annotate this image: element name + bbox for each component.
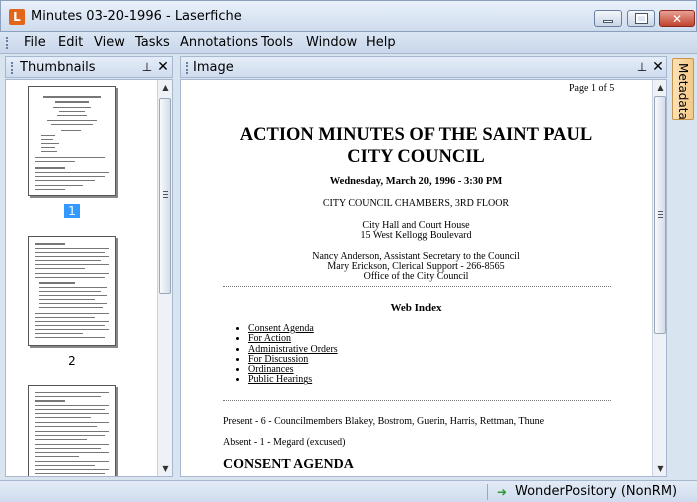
metadata-tab-label: Metadata xyxy=(676,63,690,120)
web-index-heading: Web Index xyxy=(390,302,442,314)
close-pane-icon[interactable]: ✕ xyxy=(651,59,665,75)
scroll-up-arrow-icon[interactable]: ▲ xyxy=(158,80,172,95)
menu-tools[interactable]: Tools xyxy=(258,35,296,50)
close-pane-icon[interactable]: ✕ xyxy=(156,59,170,75)
title-bar: L Minutes 03-20-1996 - Laserfiche ✕ xyxy=(0,0,697,32)
thumbnails-pane-header: Thumbnails ⊥ ✕ xyxy=(5,56,173,78)
thumbnail-page-2[interactable] xyxy=(28,236,116,346)
thumbnails-scrollbar[interactable]: ▲ ▼ xyxy=(157,80,172,476)
scroll-down-arrow-icon[interactable]: ▼ xyxy=(653,461,666,476)
thumbnail-label-2: 2 xyxy=(68,354,76,368)
scroll-down-arrow-icon[interactable]: ▼ xyxy=(158,461,172,476)
meeting-location: CITY COUNCIL CHAMBERS, 3RD FLOOR xyxy=(322,198,510,209)
link-public-hearings[interactable]: Public Hearings xyxy=(248,375,338,386)
image-pane-header: Image ⊥ ✕ xyxy=(180,56,667,78)
repository-arrow-icon: ➜ xyxy=(497,485,508,499)
document-title-line-1: ACTION MINUTES OF THE SAINT PAUL xyxy=(239,125,593,145)
thumbnails-pane-title: Thumbnails xyxy=(20,60,96,75)
maximize-button[interactable] xyxy=(627,10,655,27)
image-scroll-thumb[interactable] xyxy=(654,96,666,334)
thumbnails-pane[interactable]: 1 2 ▲ ▼ xyxy=(5,79,173,477)
scroll-up-arrow-icon[interactable]: ▲ xyxy=(653,80,666,95)
close-icon: ✕ xyxy=(671,11,683,26)
thumbnails-scroll-thumb[interactable] xyxy=(159,98,171,294)
consent-agenda-heading: CONSENT AGENDA xyxy=(223,457,354,472)
document-title-line-2: CITY COUNCIL xyxy=(347,147,485,167)
menu-grip[interactable] xyxy=(6,37,8,49)
meeting-date: Wednesday, March 20, 1996 - 3:30 PM xyxy=(329,176,503,187)
menu-help[interactable]: Help xyxy=(363,35,399,50)
pane-grip[interactable] xyxy=(11,62,13,74)
page-indicator: Page 1 of 5 xyxy=(569,83,615,94)
pane-grip[interactable] xyxy=(186,62,188,74)
menu-edit[interactable]: Edit xyxy=(55,35,86,50)
menu-window[interactable]: Window xyxy=(303,35,360,50)
window-title: Minutes 03-20-1996 - Laserfiche xyxy=(31,9,242,24)
pin-icon[interactable]: ⊥ xyxy=(635,59,649,75)
maximize-icon xyxy=(628,11,654,26)
menu-tasks[interactable]: Tasks xyxy=(132,35,173,50)
image-scrollbar[interactable]: ▲ ▼ xyxy=(652,80,666,476)
pin-icon[interactable]: ⊥ xyxy=(140,59,154,75)
image-pane[interactable]: Page 1 of 5 ACTION MINUTES OF THE SAINT … xyxy=(180,79,667,477)
menu-view[interactable]: View xyxy=(91,35,128,50)
document-page: Page 1 of 5 ACTION MINUTES OF THE SAINT … xyxy=(181,80,652,476)
laserfiche-app-icon[interactable]: L xyxy=(9,9,25,25)
divider xyxy=(223,286,611,287)
thumbnail-page-1[interactable] xyxy=(28,86,116,196)
metadata-side-tab[interactable]: Metadata xyxy=(672,58,694,120)
address-line-2: 15 West Kellogg Boulevard xyxy=(360,230,472,241)
staff-line-3: Office of the City Council xyxy=(363,271,469,282)
present-line: Present - 6 - Councilmembers Blakey, Bos… xyxy=(223,416,545,427)
status-bar: ➜ WonderPository (NonRM) xyxy=(0,480,697,502)
divider xyxy=(223,400,611,401)
close-window-button[interactable]: ✕ xyxy=(659,10,695,27)
repository-name: WonderPository (NonRM) xyxy=(515,484,678,499)
status-separator xyxy=(487,484,488,500)
absent-line: Absent - 1 - Megard (excused) xyxy=(223,437,346,448)
menu-bar: File Edit View Tasks Annotations Tools W… xyxy=(0,32,697,54)
menu-annotations[interactable]: Annotations xyxy=(177,35,261,50)
minimize-button[interactable] xyxy=(594,10,622,27)
minimize-icon xyxy=(595,11,621,26)
menu-file[interactable]: File xyxy=(21,35,49,50)
image-pane-title: Image xyxy=(193,60,234,75)
web-index-list: Consent Agenda For Action Administrative… xyxy=(234,323,338,386)
thumbnail-label-1: 1 xyxy=(64,204,80,218)
thumbnail-page-3[interactable] xyxy=(28,385,116,476)
document-title: ACTION MINUTES OF THE SAINT PAUL CITY CO… xyxy=(221,124,611,168)
